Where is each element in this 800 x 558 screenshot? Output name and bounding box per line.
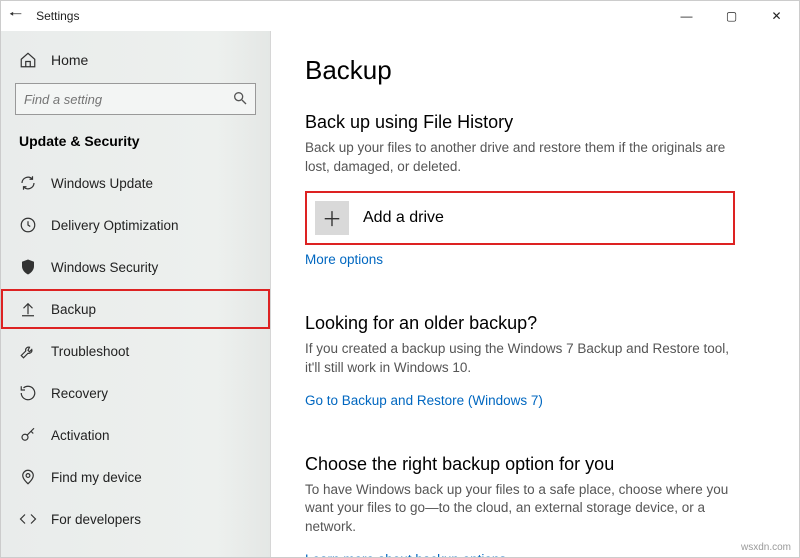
more-options-link[interactable]: More options xyxy=(305,252,383,267)
home-icon xyxy=(19,51,37,69)
file-history-heading: Back up using File History xyxy=(305,112,765,133)
backup-icon xyxy=(19,300,37,318)
close-button[interactable]: ✕ xyxy=(754,1,799,31)
watermark: wsxdn.com xyxy=(741,542,791,553)
sidebar-item-label: Backup xyxy=(51,302,96,317)
add-drive-label: Add a drive xyxy=(363,209,444,227)
sidebar-item-label: Windows Update xyxy=(51,176,153,191)
recovery-icon xyxy=(19,384,37,402)
sidebar-item-delivery-optimization[interactable]: Delivery Optimization xyxy=(1,205,270,245)
older-backup-heading: Looking for an older backup? xyxy=(305,313,765,334)
sidebar-item-label: Recovery xyxy=(51,386,108,401)
home-nav[interactable]: Home xyxy=(1,45,270,83)
search-input[interactable] xyxy=(15,83,256,115)
sidebar-item-label: Find my device xyxy=(51,470,142,485)
delivery-icon xyxy=(19,216,37,234)
sidebar-item-troubleshoot[interactable]: Troubleshoot xyxy=(1,331,270,371)
page-title: Backup xyxy=(305,55,765,86)
sidebar-item-for-developers[interactable]: For developers xyxy=(1,499,270,539)
sidebar-item-windows-update[interactable]: Windows Update xyxy=(1,163,270,203)
right-option-link[interactable]: Learn more about backup options xyxy=(305,552,506,557)
sidebar-item-label: Windows Security xyxy=(51,260,158,275)
section-header: Update & Security xyxy=(1,129,270,163)
older-backup-desc: If you created a backup using the Window… xyxy=(305,340,735,378)
shield-icon xyxy=(19,258,37,276)
sidebar-item-recovery[interactable]: Recovery xyxy=(1,373,270,413)
key-icon xyxy=(19,426,37,444)
minimize-button[interactable]: — xyxy=(664,1,709,31)
sidebar-item-label: Activation xyxy=(51,428,110,443)
sidebar-item-label: For developers xyxy=(51,512,141,527)
sidebar-item-label: Delivery Optimization xyxy=(51,218,179,233)
sync-icon xyxy=(19,174,37,192)
add-drive-button[interactable]: ＋ Add a drive xyxy=(305,191,735,245)
location-icon xyxy=(19,468,37,486)
window-title: Settings xyxy=(36,9,79,23)
older-backup-link[interactable]: Go to Backup and Restore (Windows 7) xyxy=(305,393,543,408)
code-icon xyxy=(19,510,37,528)
right-option-desc: To have Windows back up your files to a … xyxy=(305,481,735,538)
sidebar-item-windows-security[interactable]: Windows Security xyxy=(1,247,270,287)
search-icon xyxy=(232,90,248,109)
sidebar-item-activation[interactable]: Activation xyxy=(1,415,270,455)
sidebar-item-find-my-device[interactable]: Find my device xyxy=(1,457,270,497)
wrench-icon xyxy=(19,342,37,360)
plus-icon: ＋ xyxy=(315,201,349,235)
right-option-heading: Choose the right backup option for you xyxy=(305,454,765,475)
sidebar-item-backup[interactable]: Backup xyxy=(1,289,270,329)
file-history-desc: Back up your files to another drive and … xyxy=(305,139,735,177)
back-icon[interactable]: 🠐 xyxy=(9,4,22,29)
sidebar-item-label: Troubleshoot xyxy=(51,344,129,359)
maximize-button[interactable]: ▢ xyxy=(709,1,754,31)
home-label: Home xyxy=(51,52,88,68)
